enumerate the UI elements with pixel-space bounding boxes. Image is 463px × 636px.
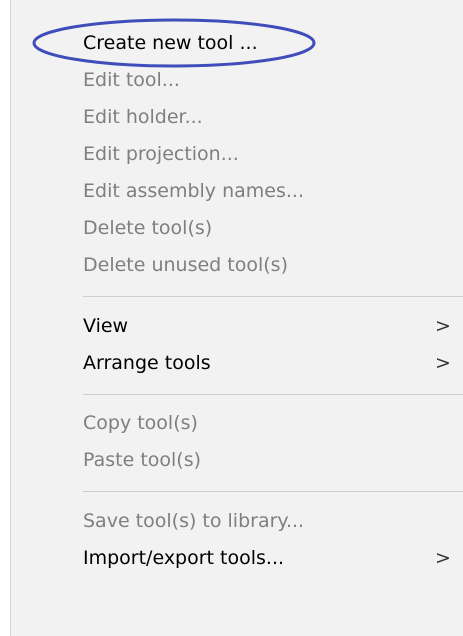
menu-item-create-new-tool[interactable]: Create new tool ...: [11, 25, 463, 62]
menu-item-label: View: [83, 315, 129, 337]
menu-separator: [83, 296, 463, 297]
menu-item-label: Arrange tools: [83, 352, 211, 374]
menu-item-edit-holder: Edit holder...: [11, 99, 463, 136]
menu-item-copy-tools: Copy tool(s): [11, 405, 463, 442]
menu-item-label: Delete unused tool(s): [83, 254, 288, 276]
menu-item-delete-unused-tools: Delete unused tool(s): [11, 247, 463, 284]
menu-item-view[interactable]: View >: [11, 308, 463, 345]
menu-item-label: Save tool(s) to library...: [83, 510, 305, 532]
chevron-right-icon: >: [435, 352, 451, 374]
menu-item-edit-tool: Edit tool...: [11, 62, 463, 99]
menu-item-label: Edit assembly names...: [83, 180, 304, 202]
menu-item-edit-projection: Edit projection...: [11, 136, 463, 173]
menu-item-label: Create new tool ...: [83, 32, 258, 54]
menu-separator: [83, 394, 463, 395]
menu-item-arrange-tools[interactable]: Arrange tools >: [11, 345, 463, 382]
chevron-right-icon: >: [435, 315, 451, 337]
chevron-right-icon: >: [435, 547, 451, 569]
menu-separator: [83, 491, 463, 492]
menu-item-label: Edit tool...: [83, 69, 180, 91]
menu-item-delete-tools: Delete tool(s): [11, 210, 463, 247]
menu-item-label: Delete tool(s): [83, 217, 213, 239]
menu-item-label: Edit projection...: [83, 143, 239, 165]
menu-item-label: Edit holder...: [83, 106, 203, 128]
menu-item-label: Import/export tools...: [83, 547, 285, 569]
menu-item-label: Paste tool(s): [83, 449, 202, 471]
context-menu: Create new tool ... Edit tool... Edit ho…: [10, 0, 463, 636]
menu-item-edit-assembly-names: Edit assembly names...: [11, 173, 463, 210]
menu-item-save-tools-to-library: Save tool(s) to library...: [11, 503, 463, 540]
menu-item-paste-tools: Paste tool(s): [11, 442, 463, 479]
menu-item-label: Copy tool(s): [83, 412, 198, 434]
menu-item-import-export-tools[interactable]: Import/export tools... >: [11, 540, 463, 577]
